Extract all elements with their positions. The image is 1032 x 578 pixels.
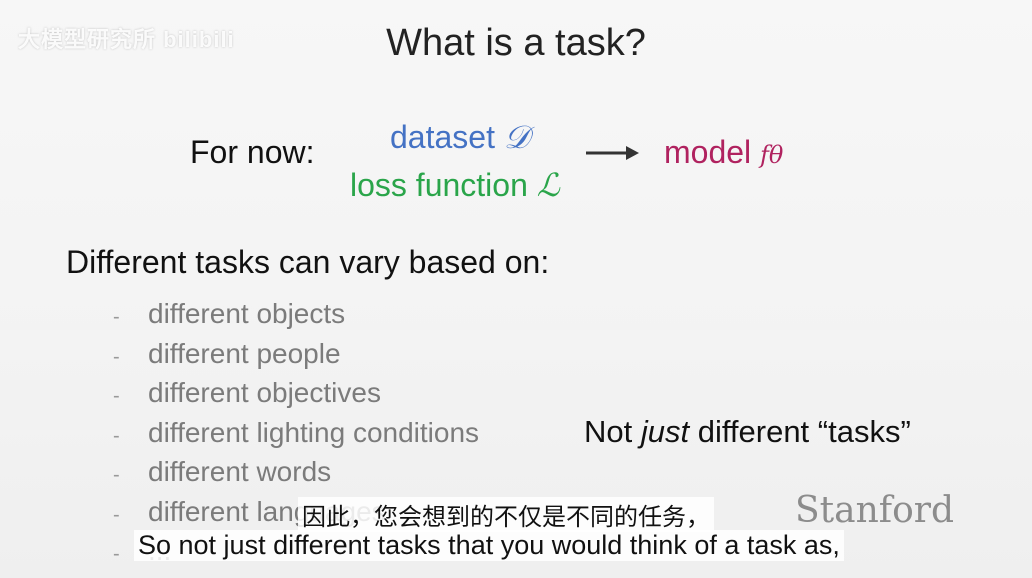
- dataset-term: dataset 𝒟: [390, 118, 529, 157]
- subtitle-english: So not just different tasks that you wou…: [134, 530, 844, 561]
- right-arrow-icon: [586, 146, 639, 160]
- list-item: - different objectives: [113, 375, 479, 415]
- stanford-logo: Stanford: [795, 490, 955, 531]
- dataset-label: dataset: [390, 119, 495, 155]
- list-item: - different people: [113, 336, 479, 376]
- list-item: - different objects: [113, 296, 479, 336]
- loss-term: loss function ℒ: [350, 166, 560, 204]
- list-item: - different words: [113, 454, 479, 494]
- emphasis-just: just: [640, 414, 690, 449]
- subtitle-chinese: 因此，您会想到的不仅是不同的任务，: [298, 497, 714, 532]
- dataset-symbol: 𝒟: [503, 118, 530, 156]
- not-just-statement: Not just different “tasks”: [584, 414, 911, 449]
- for-now-label: For now:: [190, 134, 315, 170]
- model-symbol: fθ: [760, 141, 784, 169]
- loss-symbol: ℒ: [536, 166, 560, 204]
- vary-heading: Different tasks can vary based on:: [66, 244, 550, 280]
- dash-bullet: -: [113, 464, 120, 486]
- slide-title: What is a task?: [386, 22, 646, 64]
- model-term: model fθ: [664, 134, 783, 171]
- loss-label: loss function: [350, 167, 528, 203]
- dash-bullet: -: [113, 503, 120, 526]
- dash-bullet: -: [113, 424, 120, 447]
- dash-bullet: -: [113, 385, 120, 407]
- list-item: - different lighting conditions: [113, 415, 479, 455]
- dash-bullet: -: [113, 306, 120, 328]
- model-label: model: [664, 134, 752, 170]
- dash-bullet: -: [113, 345, 120, 368]
